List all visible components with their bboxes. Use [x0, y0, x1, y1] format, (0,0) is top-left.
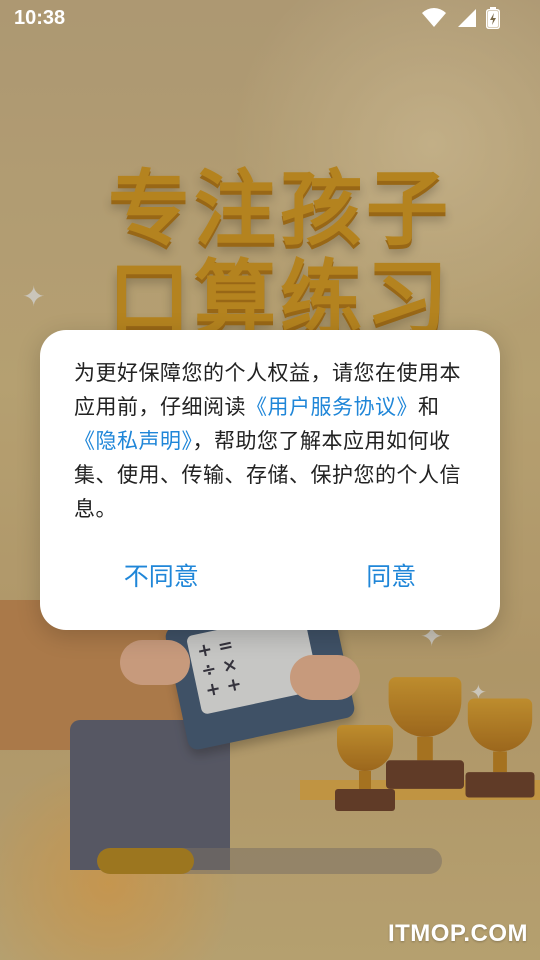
- status-time: 10:38: [14, 7, 66, 29]
- status-bar: 10:38: [0, 0, 540, 36]
- dialog-text: 和: [418, 395, 440, 419]
- disagree-button[interactable]: 不同意: [104, 552, 219, 598]
- privacy-policy-link[interactable]: 《隐私声明》: [74, 429, 193, 453]
- cellular-signal-icon: [458, 9, 476, 27]
- watermark: ITMOP.COM: [387, 920, 528, 947]
- dialog-actions: 不同意 同意: [40, 552, 500, 598]
- agree-button[interactable]: 同意: [346, 552, 436, 598]
- wifi-icon: [422, 8, 446, 27]
- user-agreement-link[interactable]: 《用户服务协议》: [246, 395, 418, 419]
- dialog-message: 为更好保障您的个人权益，请您在使用本应用前，仔细阅读《用户服务协议》和《隐私声明…: [74, 356, 466, 526]
- privacy-consent-dialog: 为更好保障您的个人权益，请您在使用本应用前，仔细阅读《用户服务协议》和《隐私声明…: [40, 330, 500, 630]
- battery-charging-icon: [486, 7, 500, 29]
